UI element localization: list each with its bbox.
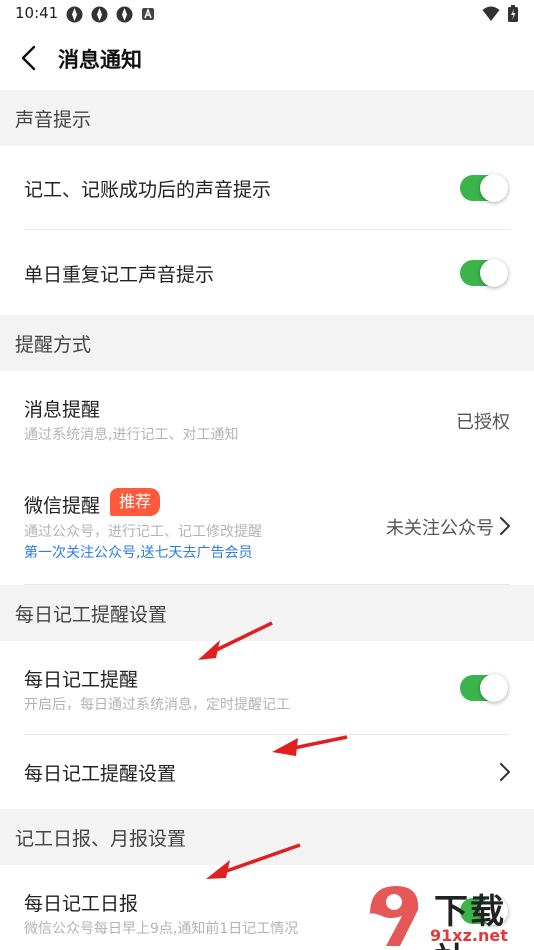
section-header-remind: 提醒方式 [0, 315, 534, 371]
row-label: 每日记工提醒设置 [24, 763, 177, 785]
row-label: 微信提醒 [24, 495, 101, 517]
sound-success-toggle[interactable] [460, 174, 508, 202]
row-subtitle: 通过系统消息,进行记工、对工通知 [24, 427, 239, 443]
nav-bar: 消息通知 [0, 28, 534, 90]
app-notification-icon [91, 6, 108, 23]
follow-status: 未关注公众号 [386, 518, 494, 539]
status-time: 10:41 [15, 4, 59, 22]
section-header-report: 记工日报、月报设置 [0, 809, 534, 865]
section-header-daily: 每日记工提醒设置 [0, 585, 534, 641]
status-notification-icons [66, 6, 158, 23]
setting-row-sound-success[interactable]: 记工、记账成功后的声音提示 [0, 146, 534, 230]
watermark-logo-icon [370, 886, 419, 946]
row-label: 每日记工日报 [24, 893, 139, 915]
row-subtitle: 通过公众号，进行记工、记工修改提醒 [24, 524, 262, 540]
section-title: 记工日报、月报设置 [15, 828, 187, 850]
status-right-icons [482, 5, 518, 26]
app-notification-icon [116, 6, 133, 23]
section-title: 每日记工提醒设置 [15, 604, 168, 626]
chevron-right-icon [500, 517, 510, 535]
row-subtitle: 开启后，每日通过系统消息，定时提醒记工 [24, 697, 290, 713]
row-subtitle: 微信公众号每日早上9点,通知前1日记工情况 [24, 921, 299, 937]
setting-row-daily-settings[interactable]: 每日记工提醒设置 [0, 735, 534, 809]
app-notification-icon [66, 6, 83, 23]
watermark-url: 91xz.net [430, 926, 508, 945]
setting-row-message-remind[interactable]: 消息提醒 通过系统消息,进行记工、对工通知 已授权 [0, 371, 534, 469]
section-title: 提醒方式 [15, 334, 92, 356]
watermark: 下载站 91xz.net [360, 880, 534, 950]
setting-row-sound-repeat[interactable]: 单日重复记工声音提示 [0, 230, 534, 315]
sound-repeat-toggle[interactable] [460, 259, 508, 287]
setting-row-wechat-remind[interactable]: 微信提醒 通过公众号，进行记工、记工修改提醒 第一次关注公众号,送七天去广告会员… [0, 469, 534, 585]
promo-link[interactable]: 第一次关注公众号,送七天去广告会员 [24, 542, 252, 562]
section-header-sound: 声音提示 [0, 90, 534, 146]
battery-icon [508, 5, 518, 26]
app-a-icon [141, 6, 158, 23]
chevron-right-icon [500, 763, 510, 781]
page-title: 消息通知 [58, 48, 142, 72]
status-bar: 10:41 [0, 0, 534, 28]
row-label: 记工、记账成功后的声音提示 [24, 179, 272, 201]
back-button[interactable] [16, 44, 44, 72]
row-label: 每日记工提醒 [24, 669, 139, 691]
row-label: 单日重复记工声音提示 [24, 264, 215, 286]
chevron-left-icon [21, 45, 36, 71]
recommend-badge: 推荐 [110, 488, 161, 516]
auth-status: 已授权 [456, 412, 510, 433]
daily-remind-toggle[interactable] [460, 674, 508, 702]
wifi-icon [482, 6, 500, 26]
setting-row-daily-remind[interactable]: 每日记工提醒 开启后，每日通过系统消息，定时提醒记工 [0, 641, 534, 735]
row-label: 消息提醒 [24, 399, 101, 421]
section-title: 声音提示 [15, 109, 92, 131]
